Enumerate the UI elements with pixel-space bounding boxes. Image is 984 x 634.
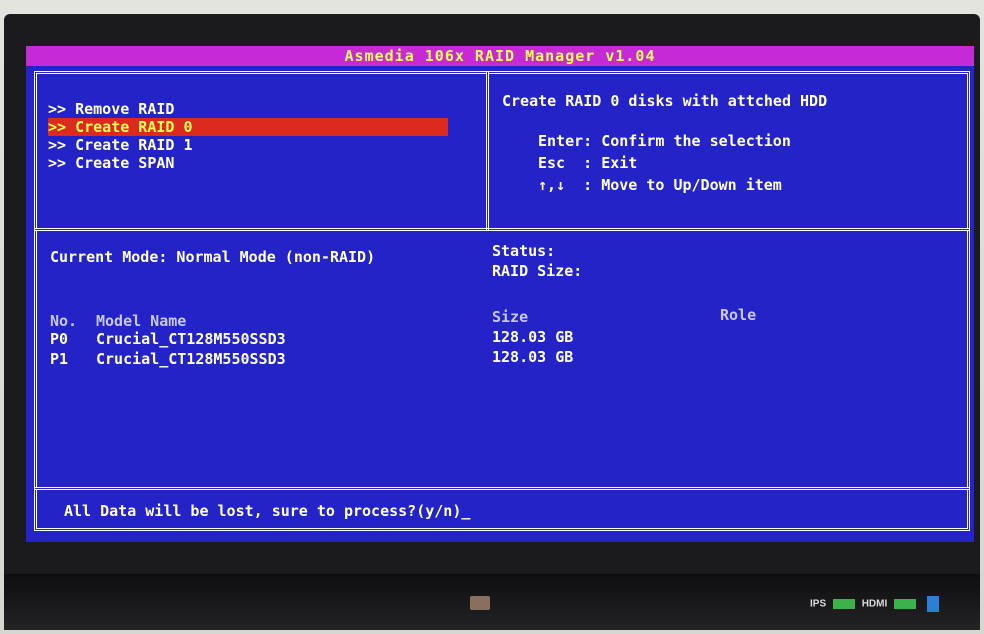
help-heading: Create RAID 0 disks with attched HDD (502, 92, 828, 110)
bezel-badges: IPS HDMI (810, 596, 939, 612)
help-line-arrows: ↑,↓ : Move to Up/Down item (538, 176, 782, 194)
disk-row-1-model: Crucial_CT128M550SSD3 (96, 350, 286, 368)
menu-item-create-span[interactable]: >> Create SPAN (48, 154, 174, 172)
disk-row-1-no: P1 (50, 350, 69, 368)
disk-row-1-size: 128.03 GB (492, 348, 574, 366)
disk-row-0-model: Crucial_CT128M550SSD3 (96, 330, 286, 348)
current-mode: Current Mode: Normal Mode (non-RAID) (50, 248, 376, 266)
brand-logo-icon (470, 596, 490, 610)
menu-item-create-raid-1[interactable]: >> Create RAID 1 (48, 136, 193, 154)
bios-screen: Asmedia 106x RAID Manager v1.04 >> Remov… (26, 46, 974, 542)
column-model: Model Name (96, 312, 187, 330)
column-role: Role (720, 306, 757, 324)
help-line-enter: Enter: Confirm the selection (538, 132, 791, 150)
green-badge-icon (894, 599, 917, 609)
confirm-prompt[interactable]: All Data will be lost, sure to process?(… (64, 502, 470, 520)
raid-size-label: RAID Size: (492, 262, 583, 280)
column-size: Size (492, 308, 529, 326)
menu-item-create-raid-0[interactable]: >> Create RAID 0 (48, 118, 448, 136)
menu-item-remove-raid[interactable]: >> Remove RAID (48, 100, 174, 118)
monitor: Asmedia 106x RAID Manager v1.04 >> Remov… (4, 14, 980, 630)
help-line-esc: Esc : Exit (538, 154, 638, 172)
ips-badge: IPS (810, 598, 827, 610)
column-no: No. (50, 312, 78, 330)
hdmi-badge: HDMI (861, 598, 888, 610)
energy-badge-icon (926, 596, 939, 612)
led-badge-icon (832, 599, 855, 609)
disk-row-0-size: 128.03 GB (492, 328, 574, 346)
status-label: Status: (492, 242, 556, 260)
disk-row-0-no: P0 (50, 330, 69, 348)
window-title: Asmedia 106x RAID Manager v1.04 (26, 46, 974, 66)
